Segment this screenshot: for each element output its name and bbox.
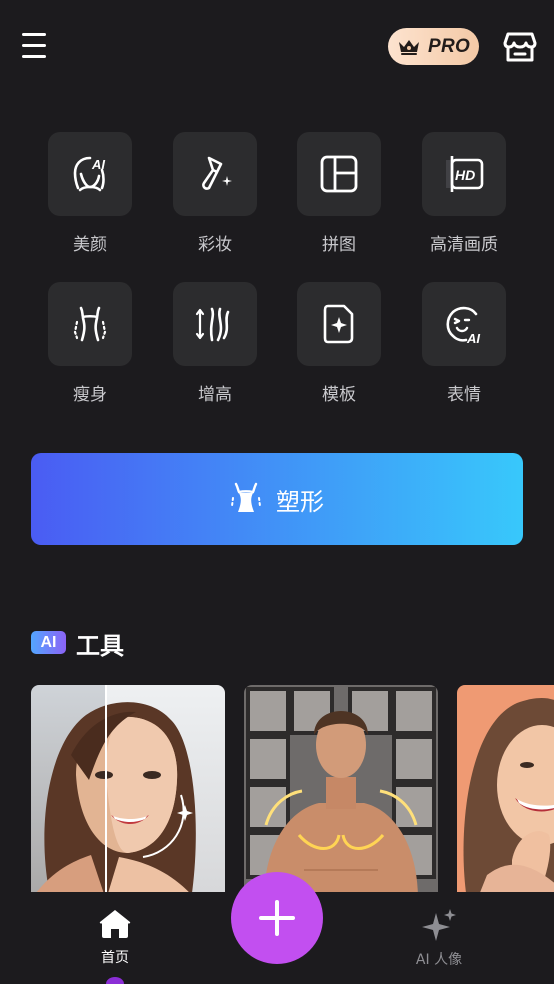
- tool-label: 拼图: [322, 235, 356, 255]
- hamburger-menu-icon[interactable]: [22, 33, 46, 59]
- nav-item-home[interactable]: 首页: [55, 909, 175, 967]
- ai-card-beauty[interactable]: [31, 685, 225, 900]
- ai-badge: AI: [31, 631, 66, 654]
- tool-hd[interactable]: HD 高清画质: [414, 132, 514, 255]
- tool-height[interactable]: 增高: [165, 282, 265, 405]
- man-muscle-portrait: [244, 685, 438, 900]
- tool-label: 美颜: [73, 235, 107, 255]
- body-shape-icon: [231, 482, 261, 512]
- tool-beauty[interactable]: AI 美颜: [40, 132, 140, 255]
- tool-makeup[interactable]: 彩妆: [165, 132, 265, 255]
- height-icon: [195, 307, 230, 342]
- add-button[interactable]: [231, 872, 323, 964]
- woman-smile-portrait: [457, 685, 554, 900]
- svg-text:AI: AI: [91, 157, 105, 172]
- plus-icon: [259, 900, 295, 936]
- collage-icon: [320, 155, 358, 193]
- section-title: 工具: [76, 632, 124, 660]
- ai-expression-icon: AI: [446, 306, 480, 346]
- tool-expression[interactable]: AI 表情: [414, 282, 514, 405]
- nav-active-indicator: [106, 977, 124, 984]
- woman-portrait-before-after: [31, 685, 225, 900]
- tool-label: 瘦身: [73, 385, 107, 405]
- tool-label: 模板: [322, 385, 356, 405]
- shape-button[interactable]: 塑形: [31, 453, 523, 545]
- pro-label: PRO: [428, 35, 471, 57]
- nav-item-ai-portrait[interactable]: AI 人像: [379, 909, 499, 969]
- makeup-brush-icon: [202, 156, 232, 190]
- store-icon[interactable]: [503, 29, 537, 65]
- tool-label: 彩妆: [198, 235, 232, 255]
- pro-badge[interactable]: PRO: [388, 28, 479, 65]
- sparkle-icon: [422, 909, 456, 941]
- tool-collage[interactable]: 拼图: [289, 132, 389, 255]
- svg-text:AI: AI: [466, 331, 480, 346]
- tool-label: 表情: [447, 385, 481, 405]
- home-icon: [99, 910, 131, 938]
- shape-button-label: 塑形: [276, 487, 324, 516]
- tool-label: 增高: [198, 385, 232, 405]
- template-icon: [323, 304, 354, 344]
- tool-slim[interactable]: 瘦身: [40, 282, 140, 405]
- ai-card-smile[interactable]: [457, 685, 554, 900]
- tool-label: 高清画质: [430, 235, 498, 255]
- nav-label: 首页: [101, 950, 129, 966]
- tool-template[interactable]: 模板: [289, 282, 389, 405]
- ai-card-muscle[interactable]: [244, 685, 438, 900]
- crown-icon: [399, 39, 419, 55]
- ai-face-icon: AI: [73, 156, 105, 192]
- nav-label: AI 人像: [415, 952, 463, 968]
- svg-text:HD: HD: [455, 167, 475, 183]
- hd-icon: HD: [446, 156, 484, 192]
- slim-body-icon: [73, 306, 107, 342]
